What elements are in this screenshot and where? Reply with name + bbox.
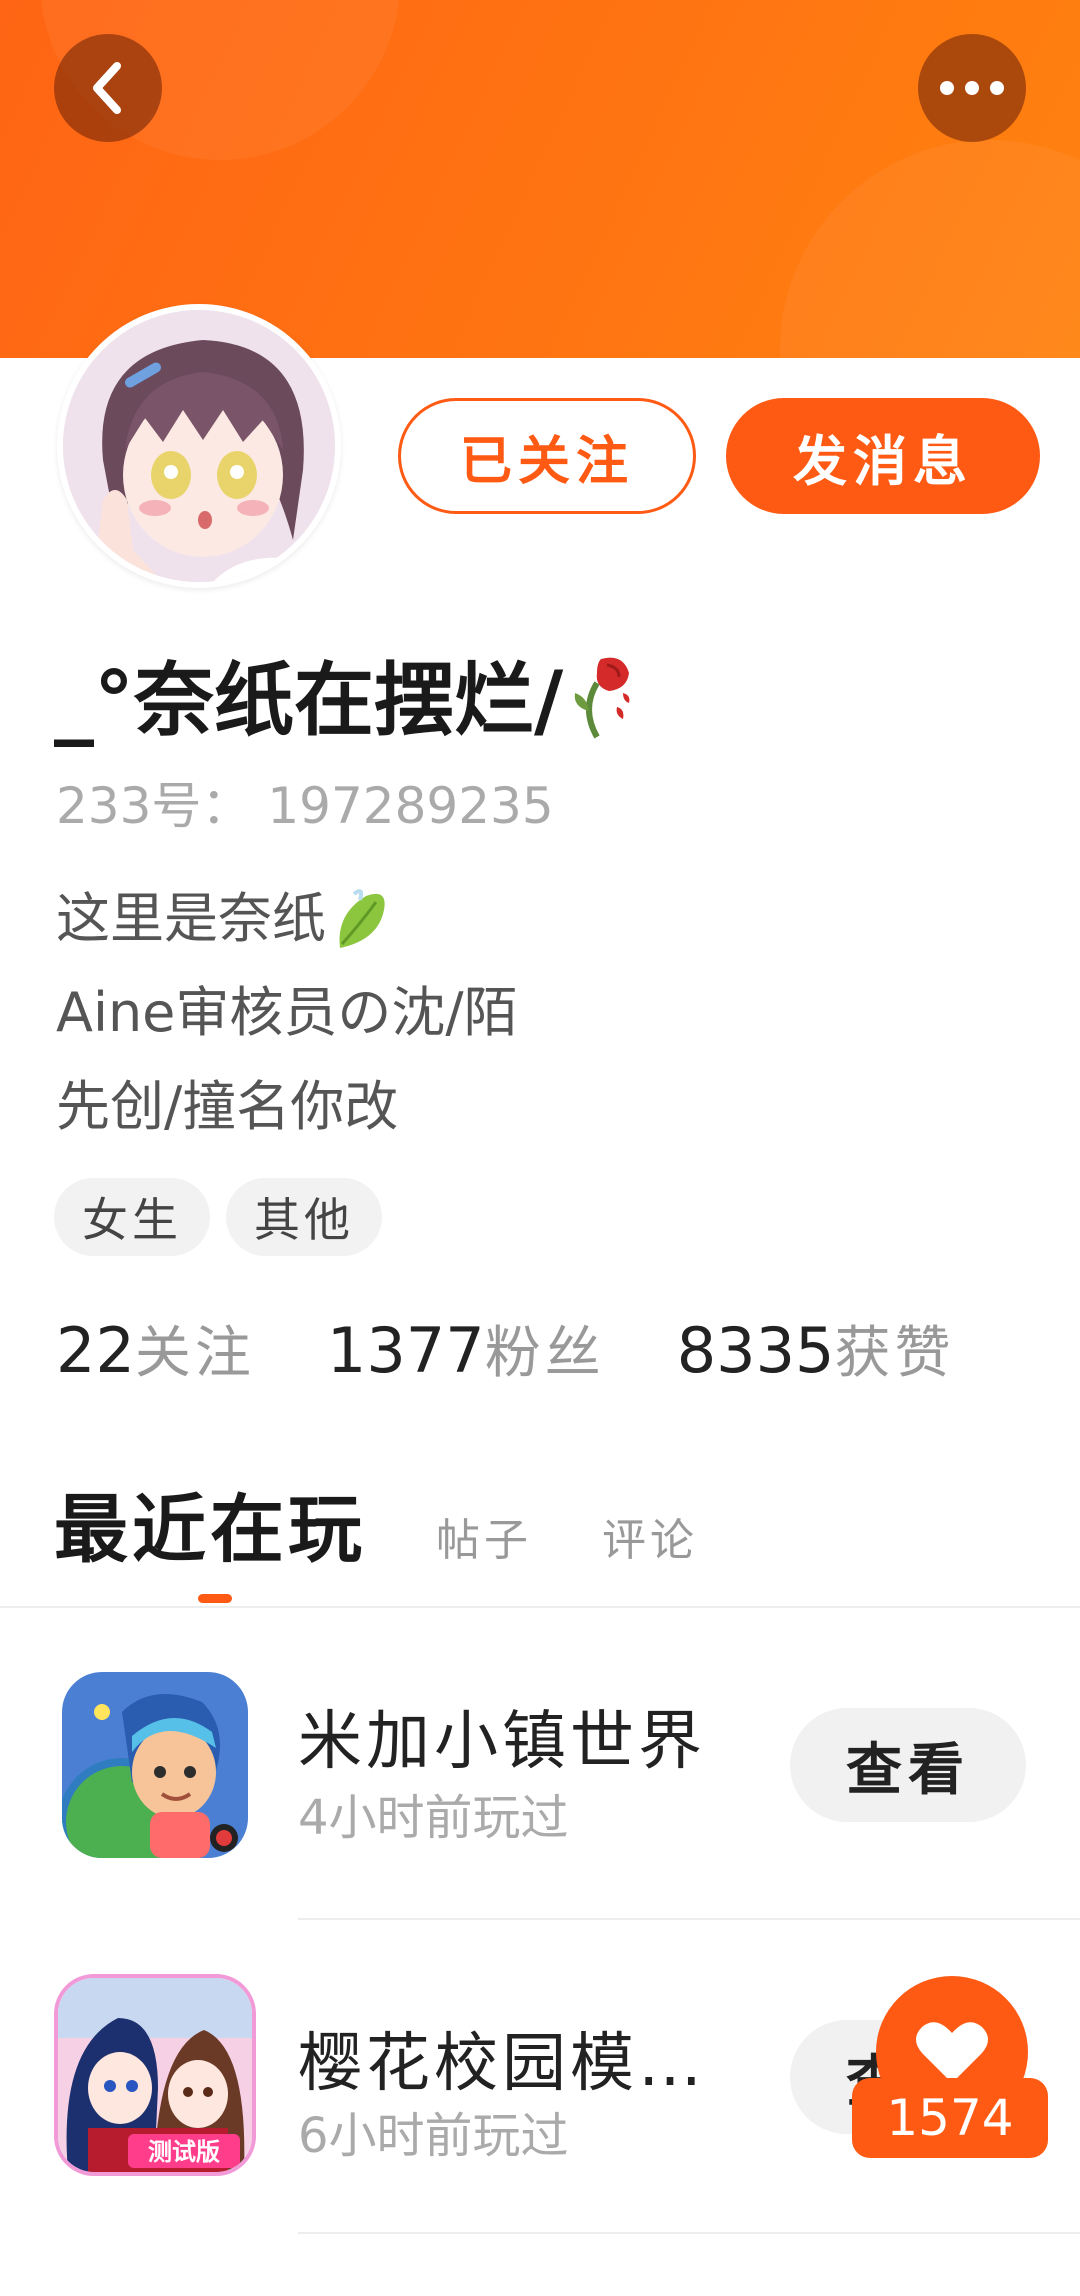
user-id: 233号： 197289235	[56, 777, 554, 835]
avatar-image	[63, 310, 335, 582]
row-divider	[298, 2232, 1080, 2234]
back-button[interactable]	[54, 34, 162, 142]
nickname: _°奈纸在摆烂/	[54, 636, 637, 752]
profile-banner	[0, 0, 1080, 358]
stat-likes: 8335 获赞	[677, 1308, 955, 1389]
game-name: 米加小镇世界	[298, 1705, 706, 1779]
profile-stats: 22 关注 1377 粉丝 8335 获赞	[56, 1308, 1027, 1389]
profile-page: 已关注 发消息 _°奈纸在摆烂/ 233号： 197289235 这里是奈纸 A…	[0, 0, 1080, 2296]
nickname-text: _°奈纸在摆烂/	[54, 654, 564, 747]
bio-line: 这里是奈纸	[56, 887, 326, 950]
row-divider	[298, 1918, 1080, 1920]
bio-line: Aine审核员の沈/陌	[56, 981, 518, 1044]
tabs-divider	[0, 1606, 1080, 1608]
stat-following[interactable]: 22 关注	[56, 1308, 255, 1389]
wilted-rose-icon	[574, 657, 630, 739]
tab-recently-played[interactable]: 最近在玩	[54, 1470, 366, 1577]
tab-indicator	[198, 1594, 232, 1603]
profile-tabs: 最近在玩 帖子 评论	[54, 1470, 698, 1577]
avatar[interactable]	[57, 304, 341, 588]
game-icon-sakura: 测试版	[54, 1974, 256, 2176]
more-dots-icon	[940, 81, 1004, 95]
tag-other: 其他	[226, 1178, 382, 1256]
game-name: 樱花校园模…	[298, 2027, 706, 2101]
tab-comments[interactable]: 评论	[602, 1504, 698, 1568]
fans-label: 粉丝	[484, 1321, 605, 1386]
likes-received-label: 获赞	[834, 1321, 955, 1386]
svg-text:测试版: 测试版	[148, 2138, 220, 2166]
profile-tags: 女生 其他	[54, 1178, 382, 1256]
game-last-played: 6小时前玩过	[298, 2108, 569, 2164]
heart-icon	[916, 2022, 988, 2083]
send-message-button[interactable]: 发消息	[726, 398, 1040, 514]
bio: 这里是奈纸 Aine审核员の沈/陌 先创/撞名你改	[56, 872, 518, 1154]
more-button[interactable]	[918, 34, 1026, 142]
game-list-item[interactable]: 米加小镇世界 4小时前玩过 查看	[0, 1656, 1080, 1886]
chevron-left-icon	[93, 62, 121, 114]
following-count: 22	[56, 1314, 135, 1387]
leaf-icon	[339, 889, 385, 948]
likes-received-count: 8335	[676, 1314, 835, 1387]
stat-fans[interactable]: 1377 粉丝	[327, 1308, 605, 1389]
followed-button[interactable]: 已关注	[398, 398, 696, 514]
game-last-played: 4小时前玩过	[298, 1790, 569, 1846]
bio-line: 先创/撞名你改	[56, 1075, 399, 1138]
game-icon-toca	[62, 1672, 248, 1858]
tag-gender: 女生	[54, 1178, 210, 1256]
following-label: 关注	[134, 1321, 255, 1386]
tab-posts[interactable]: 帖子	[436, 1504, 532, 1568]
like-count: 1574	[852, 2078, 1048, 2158]
view-game-button[interactable]: 查看	[790, 1708, 1026, 1822]
fans-count: 1377	[326, 1314, 485, 1387]
